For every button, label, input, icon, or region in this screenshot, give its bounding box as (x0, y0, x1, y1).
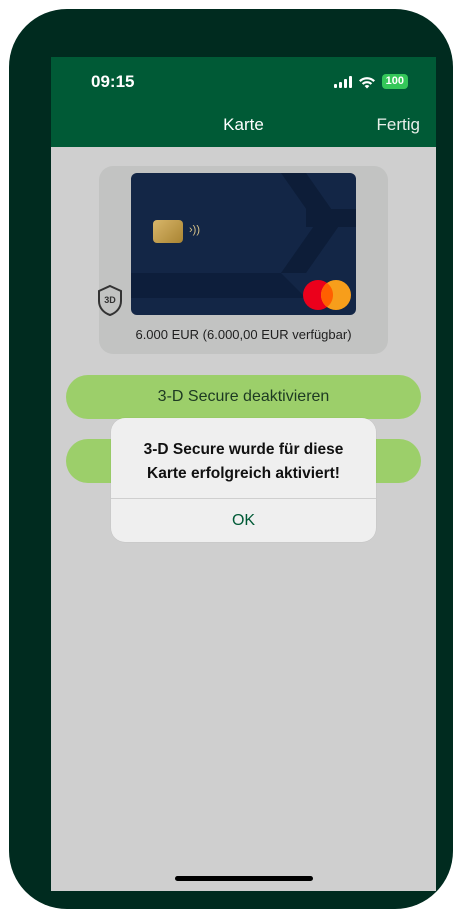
status-time: 09:15 (91, 72, 135, 91)
3d-secure-shield-icon: 3D (98, 284, 122, 316)
battery-icon: 100 (381, 74, 408, 89)
card-panel: ›)) 3D 6.000 EUR (6.000,00 EUR verfügbar… (98, 166, 388, 354)
deactivate-3d-secure-button[interactable]: 3-D Secure deaktivieren (66, 375, 421, 419)
screen: 09:15 100 Karte Fertig ›)) 3D 6.000 EUR … (51, 57, 436, 891)
contactless-icon: ›)) (189, 224, 200, 236)
dialog-message-line2: Karte erfolgreich aktiviert! (147, 465, 340, 482)
chip-icon (153, 220, 183, 243)
wifi-icon (358, 76, 375, 88)
status-icons: 100 (333, 74, 408, 89)
credit-card-image: ›)) (131, 173, 356, 315)
card-limit-text: 6.000 EUR (6.000,00 EUR verfügbar) (135, 327, 352, 342)
alert-dialog: 3-D Secure wurde für diese Karte erfolgr… (111, 418, 376, 542)
top-bar: 09:15 100 Karte Fertig (51, 57, 436, 147)
svg-text:3D: 3D (104, 295, 116, 305)
home-indicator[interactable] (175, 876, 313, 881)
phone-frame: 09:15 100 Karte Fertig ›)) 3D 6.000 EUR … (9, 9, 453, 909)
done-button[interactable]: Fertig (377, 115, 420, 135)
ok-button[interactable]: OK (111, 499, 376, 542)
dialog-message-line1: 3-D Secure wurde für diese (143, 441, 344, 458)
mastercard-logo-icon (303, 280, 351, 310)
dialog-message: 3-D Secure wurde für diese Karte erfolgr… (111, 438, 376, 486)
signal-icon (333, 75, 352, 88)
